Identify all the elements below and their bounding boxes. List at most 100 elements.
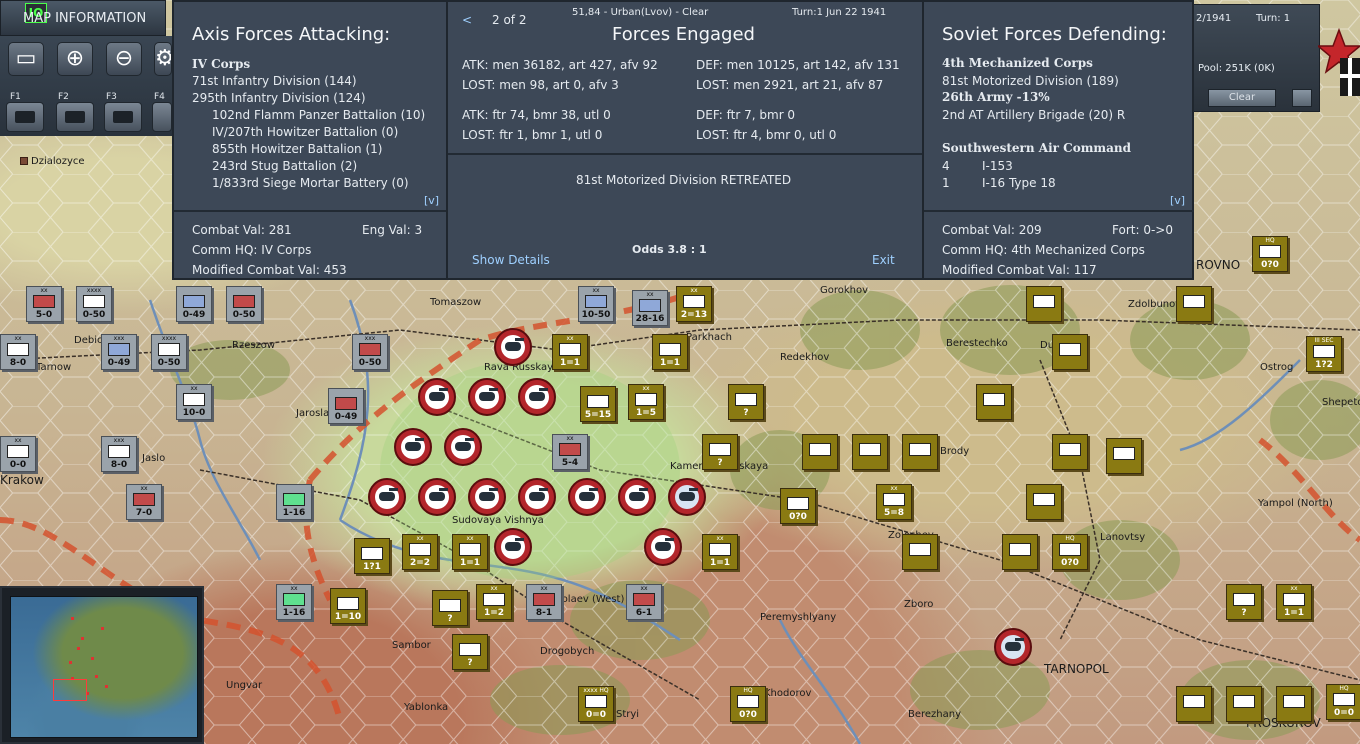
axis-panzer-token[interactable] bbox=[394, 428, 432, 466]
attacker-unit[interactable]: 1/833rd Siege Mortar Battery (0) bbox=[212, 176, 409, 190]
soviet-unit-counter[interactable] bbox=[976, 384, 1012, 420]
soviet-hq-counter[interactable]: xxxx HQ 0=0 bbox=[578, 686, 614, 722]
axis-panzer-token[interactable] bbox=[644, 528, 682, 566]
axis-unit-counter[interactable]: xx 5-0 bbox=[26, 286, 62, 322]
axis-panzer-token[interactable] bbox=[494, 328, 532, 366]
soviet-unit-counter[interactable] bbox=[1226, 686, 1262, 722]
axis-unit-counter[interactable]: 0-49 bbox=[176, 286, 212, 322]
axis-unit-counter[interactable]: xx 8-0 bbox=[0, 334, 36, 370]
axis-panzer-token[interactable] bbox=[468, 478, 506, 516]
axis-unit-counter[interactable]: xx 10-50 bbox=[578, 286, 614, 322]
previous-battle-button[interactable]: < bbox=[462, 13, 472, 27]
soviet-unit-counter[interactable]: ? bbox=[1226, 584, 1262, 620]
soviet-unit-counter[interactable]: xx 5=8 bbox=[876, 484, 912, 520]
soviet-unit-counter[interactable]: ? bbox=[728, 384, 764, 420]
axis-hq-counter[interactable]: xxxx 0-50 bbox=[151, 334, 187, 370]
soviet-unit-counter[interactable] bbox=[1176, 686, 1212, 722]
axis-hq-counter[interactable]: 0-49 bbox=[328, 388, 364, 424]
zoom-in-button[interactable]: ⊕ bbox=[57, 42, 93, 76]
axis-air-token[interactable] bbox=[668, 478, 706, 516]
axis-security-counter[interactable]: 1-16 bbox=[276, 484, 312, 520]
axis-unit-counter[interactable]: xx 6-1 bbox=[626, 584, 662, 620]
axis-panzer-token[interactable] bbox=[368, 478, 406, 516]
axis-panzer-token[interactable] bbox=[468, 378, 506, 416]
exit-button[interactable]: Exit bbox=[872, 253, 895, 267]
attacker-unit[interactable]: IV/207th Howitzer Battalion (0) bbox=[212, 125, 398, 139]
soviet-unit-counter[interactable] bbox=[902, 534, 938, 570]
soviet-security-counter[interactable]: III SEC 1?2 bbox=[1306, 336, 1342, 372]
axis-panzer-token[interactable] bbox=[518, 378, 556, 416]
soviet-unit-counter[interactable] bbox=[1026, 484, 1062, 520]
soviet-unit-counter[interactable]: xx 2=2 bbox=[402, 534, 438, 570]
soviet-unit-counter[interactable] bbox=[1026, 286, 1062, 322]
axis-panzer-token[interactable] bbox=[418, 378, 456, 416]
attacker-unit[interactable]: 243rd Stug Battalion (2) bbox=[212, 159, 357, 173]
soviet-unit-counter[interactable] bbox=[902, 434, 938, 470]
toggle-button[interactable] bbox=[1292, 89, 1312, 107]
move-mode-button[interactable] bbox=[6, 102, 44, 132]
air-mode-button[interactable] bbox=[152, 102, 172, 132]
axis-panzer-token[interactable] bbox=[418, 478, 456, 516]
axis-panzer-token[interactable] bbox=[568, 478, 606, 516]
soviet-unit-counter[interactable]: xx 2=13 bbox=[676, 286, 712, 322]
attacker-unit[interactable]: 71st Infantry Division (144) bbox=[192, 74, 357, 88]
axis-unit-counter[interactable]: xx 7-0 bbox=[126, 484, 162, 520]
soviet-unit-counter[interactable] bbox=[1276, 686, 1312, 722]
soviet-unit-counter[interactable]: ? bbox=[452, 634, 488, 670]
axis-unit-counter[interactable]: xx 10-0 bbox=[176, 384, 212, 420]
soviet-hq-counter[interactable]: HQ 0?0 bbox=[1252, 236, 1288, 272]
soviet-unit-counter[interactable]: ? bbox=[702, 434, 738, 470]
axis-hq-counter[interactable]: xxx 8-0 bbox=[101, 436, 137, 472]
defender-unit[interactable]: 81st Motorized Division (189) bbox=[942, 74, 1119, 88]
map-information-button[interactable]: IO MAP INFORMATION bbox=[0, 0, 166, 36]
axis-air-token[interactable] bbox=[994, 628, 1032, 666]
soviet-unit-counter[interactable]: 1?1 bbox=[354, 538, 390, 574]
axis-panzer-token[interactable] bbox=[494, 528, 532, 566]
axis-unit-counter[interactable]: xxx 0-49 bbox=[101, 334, 137, 370]
attacker-hq[interactable]: IV Corps bbox=[192, 57, 250, 71]
soviet-hq-counter[interactable]: HQ 0?0 bbox=[1052, 534, 1088, 570]
rail-mode-button[interactable] bbox=[56, 102, 94, 132]
defender-expand-button[interactable]: [v] bbox=[1170, 194, 1185, 207]
axis-unit-counter[interactable]: xx 5-4 bbox=[552, 434, 588, 470]
window-layout-button[interactable]: ▭ bbox=[8, 42, 44, 76]
mini-map-view[interactable] bbox=[10, 596, 198, 738]
defender-unit[interactable]: 2nd AT Artillery Brigade (20) R bbox=[942, 108, 1125, 122]
soviet-hq-counter[interactable]: HQ 0=0 bbox=[1326, 684, 1360, 720]
naval-mode-button[interactable] bbox=[104, 102, 142, 132]
axis-hq-counter[interactable]: xxx 0-50 bbox=[352, 334, 388, 370]
axis-unit-counter[interactable]: 0-50 bbox=[226, 286, 262, 322]
soviet-unit-counter[interactable]: xx 1=1 bbox=[702, 534, 738, 570]
soviet-unit-counter[interactable]: 1=10 bbox=[330, 588, 366, 624]
soviet-unit-counter[interactable] bbox=[1052, 334, 1088, 370]
attacker-expand-button[interactable]: [v] bbox=[424, 194, 439, 207]
soviet-unit-counter[interactable]: 5=15 bbox=[580, 386, 616, 422]
defender-air-command[interactable]: Southwestern Air Command bbox=[942, 141, 1131, 155]
defender-hq[interactable]: 4th Mechanized Corps bbox=[942, 56, 1093, 70]
soviet-unit-counter[interactable]: xx 1=1 bbox=[452, 534, 488, 570]
soviet-unit-counter[interactable]: 1=1 bbox=[652, 334, 688, 370]
axis-unit-counter[interactable]: xx 28-16 bbox=[632, 290, 668, 326]
soviet-unit-counter[interactable]: xx 1=2 bbox=[476, 584, 512, 620]
soviet-unit-counter[interactable]: 0?0 bbox=[780, 488, 816, 524]
axis-panzer-token[interactable] bbox=[518, 478, 556, 516]
mini-map[interactable] bbox=[0, 586, 204, 744]
soviet-unit-counter[interactable] bbox=[1002, 534, 1038, 570]
zoom-out-button[interactable]: ⊖ bbox=[106, 42, 142, 76]
mini-map-viewport-frame[interactable] bbox=[53, 679, 87, 701]
axis-panzer-token[interactable] bbox=[444, 428, 482, 466]
defender-hq[interactable]: 26th Army -13% bbox=[942, 90, 1050, 104]
attacker-unit[interactable]: 855th Howitzer Battalion (1) bbox=[212, 142, 382, 156]
soviet-hq-counter[interactable]: HQ 0?0 bbox=[730, 686, 766, 722]
attacker-unit[interactable]: 295th Infantry Division (124) bbox=[192, 91, 366, 105]
soviet-unit-counter[interactable]: xx 1=5 bbox=[628, 384, 664, 420]
soviet-unit-counter[interactable]: ? bbox=[432, 590, 468, 626]
axis-hq-counter[interactable]: xxxx 0-50 bbox=[76, 286, 112, 322]
axis-security-counter[interactable]: xx 1-16 bbox=[276, 584, 312, 620]
soviet-unit-counter[interactable] bbox=[1176, 286, 1212, 322]
soviet-unit-counter[interactable]: xx 1=1 bbox=[552, 334, 588, 370]
axis-unit-counter[interactable]: xx 8-1 bbox=[526, 584, 562, 620]
soviet-unit-counter[interactable]: xx 1=1 bbox=[1276, 584, 1312, 620]
attacker-unit[interactable]: 102nd Flamm Panzer Battalion (10) bbox=[212, 108, 425, 122]
axis-panzer-token[interactable] bbox=[618, 478, 656, 516]
